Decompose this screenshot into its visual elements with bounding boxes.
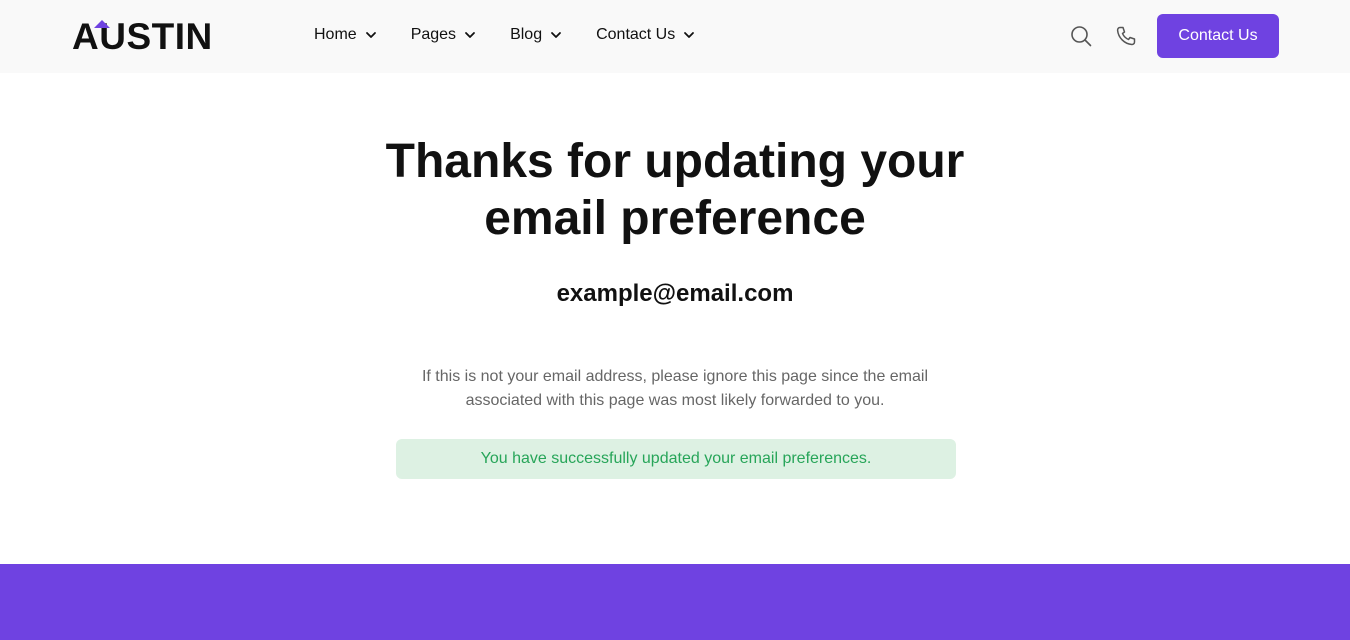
site-header: AUSTIN Home Pages Blog Contact Us Contac… (0, 0, 1350, 73)
main-nav: Home Pages Blog Contact Us (314, 22, 729, 48)
email-address: example@email.com (556, 280, 794, 307)
main-content: Thanks for updating your email preferenc… (0, 73, 1350, 564)
chevron-down-icon (465, 32, 475, 38)
brand-logo[interactable]: AUSTIN (72, 18, 213, 55)
nav-item-home[interactable]: Home (314, 26, 377, 44)
nav-item-label: Home (314, 26, 357, 43)
nav-item-label: Pages (410, 26, 457, 43)
info-note: If this is not your email address, pleas… (421, 368, 929, 409)
nav-item-label: Blog (510, 26, 543, 43)
logo-arrow-icon (94, 20, 110, 28)
page-title: Thanks for updating your email preferenc… (385, 135, 965, 245)
chevron-down-icon (365, 32, 376, 38)
chevron-down-icon (684, 32, 695, 38)
chevron-down-icon (551, 32, 561, 38)
phone-icon[interactable] (1115, 25, 1137, 47)
footer-band (0, 564, 1350, 640)
nav-item-pages[interactable]: Pages (411, 26, 476, 44)
search-icon[interactable] (1070, 25, 1092, 47)
contact-us-button[interactable]: Contact Us (1157, 14, 1279, 58)
nav-item-contact-us[interactable]: Contact Us (596, 26, 695, 44)
nav-item-label: Contact Us (596, 26, 676, 43)
success-alert: You have successfully updated your email… (396, 439, 956, 479)
nav-item-blog[interactable]: Blog (510, 26, 562, 44)
